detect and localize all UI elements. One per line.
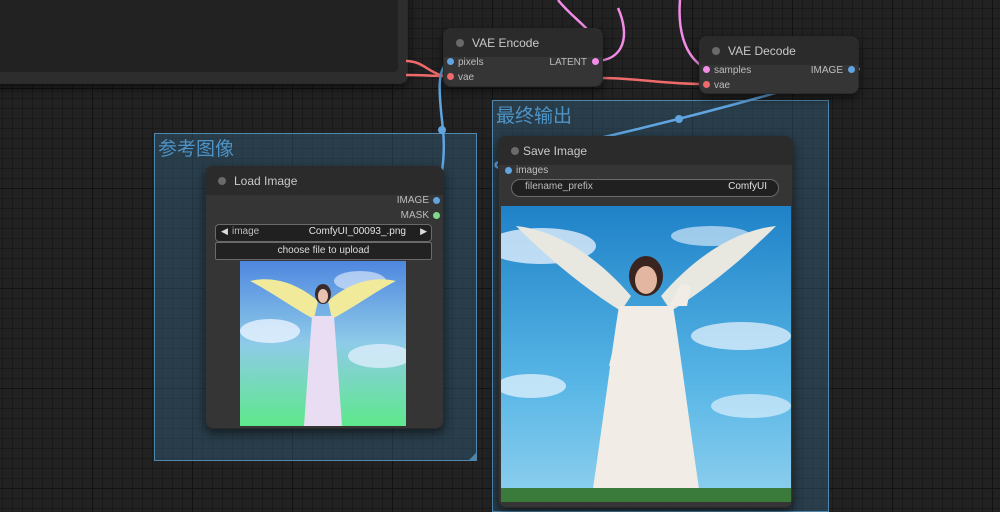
mask-output-label: MASK [400, 210, 429, 221]
link-midpoint [438, 126, 446, 134]
image-widget-label: image [232, 226, 260, 237]
collapse-dot-icon[interactable] [218, 177, 226, 185]
arrow-left-icon[interactable]: ◀ [221, 226, 228, 237]
collapse-dot-icon[interactable] [456, 39, 464, 47]
filename-prefix-widget[interactable]: filename_prefix ComfyUI [511, 179, 779, 197]
angel-thumbnail-icon[interactable] [240, 261, 406, 426]
vae-input-label: vae [714, 80, 731, 91]
samples-input-slot[interactable] [703, 66, 710, 73]
node-title: Save Image [523, 144, 588, 158]
image-output-label: IMAGE [810, 65, 843, 76]
mask-output-slot[interactable] [433, 212, 440, 219]
load-image-node[interactable]: Load Image IMAGE MASK ◀ image ComfyUI_00… [205, 166, 444, 429]
node-title: Load Image [234, 174, 298, 188]
collapse-dot-icon[interactable] [712, 47, 720, 55]
node-title-bar[interactable]: Load Image [206, 167, 443, 195]
upload-button[interactable]: choose file to upload [215, 242, 432, 260]
save-image-node[interactable]: Save Image images filename_prefix ComfyU… [498, 136, 793, 508]
vae-input-slot[interactable] [447, 73, 454, 80]
vae-input-slot[interactable] [703, 81, 710, 88]
vae-encode-node[interactable]: VAE Encode pixels vae LATENT [443, 28, 603, 87]
images-input-label: images [516, 165, 549, 176]
pixels-input-label: pixels [458, 57, 484, 68]
vae-input-label: vae [458, 72, 475, 83]
latent-output-label: LATENT [549, 57, 587, 68]
samples-input-label: samples [714, 65, 752, 76]
angel-output-icon[interactable] [501, 206, 791, 502]
images-input-slot[interactable] [505, 167, 512, 174]
node-title-bar[interactable]: VAE Encode [444, 29, 602, 57]
node-title-bar[interactable]: VAE Decode [700, 37, 858, 65]
vae-decode-node[interactable]: VAE Decode samples vae IMAGE [699, 36, 859, 94]
image-output-slot[interactable] [433, 197, 440, 204]
filename-prefix-label: filename_prefix [525, 181, 593, 192]
node-title: VAE Decode [728, 44, 796, 58]
image-combo-widget[interactable]: ◀ image ComfyUI_00093_.png ▶ [215, 224, 432, 242]
pixels-input-slot[interactable] [447, 58, 454, 65]
collapse-dot-icon[interactable] [511, 147, 519, 155]
link-midpoint [675, 115, 683, 123]
latent-output-slot[interactable] [592, 58, 599, 65]
image-widget-value: ComfyUI_00093_.png [308, 226, 406, 237]
vae-link [599, 76, 706, 86]
filename-prefix-value: ComfyUI [728, 181, 767, 192]
image-output-label: IMAGE [396, 195, 429, 206]
arrow-right-icon[interactable]: ▶ [420, 226, 427, 237]
node-title-bar[interactable]: Save Image [499, 137, 792, 165]
node-title: VAE Encode [472, 36, 540, 50]
image-output-slot[interactable] [848, 66, 855, 73]
